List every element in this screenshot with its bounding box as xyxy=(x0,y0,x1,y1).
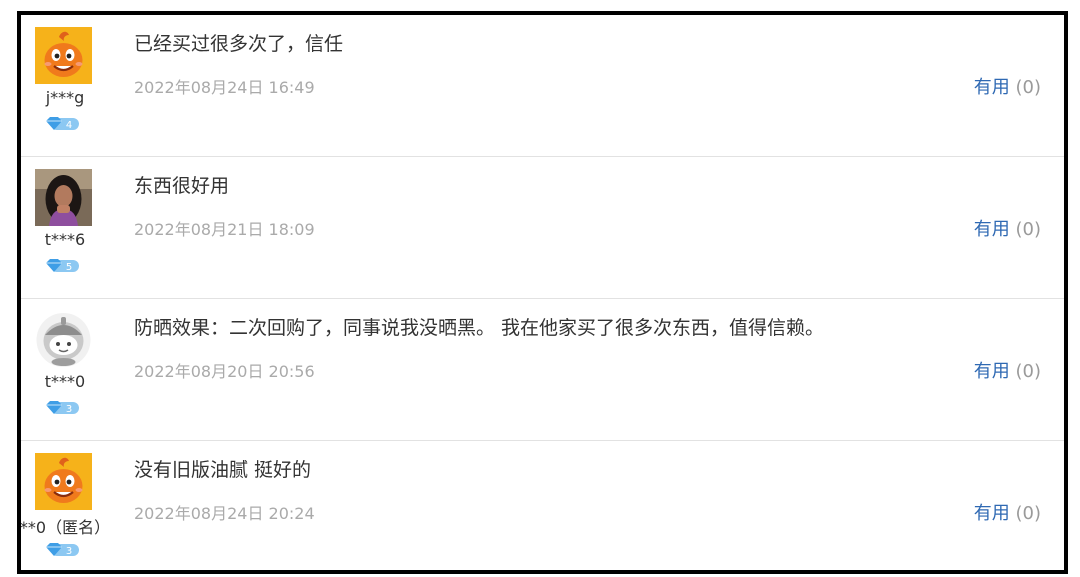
level-badge: 3 xyxy=(45,542,81,558)
review-item: t***6 5 东西很好用 2022年08月21日 18:09 有用 (0) xyxy=(21,157,1064,299)
level-number: 3 xyxy=(66,404,72,415)
useful-count: (0) xyxy=(1015,503,1042,524)
useful-label[interactable]: 有用 xyxy=(974,219,1010,240)
level-number: 5 xyxy=(66,262,72,273)
username: **0（匿名） xyxy=(19,518,111,537)
useful-button[interactable]: 有用 (0) xyxy=(974,357,1041,383)
review-date: 2022年08月21日 18:09 xyxy=(134,220,315,239)
level-number: 4 xyxy=(66,120,72,131)
review-content: 防晒效果：二次回购了，同事说我没晒黑。 我在他家买了很多次东西，值得信赖。 xyxy=(134,317,825,339)
review-content: 已经买过很多次了，信任 xyxy=(134,33,344,55)
level-number: 3 xyxy=(66,546,72,557)
useful-label[interactable]: 有用 xyxy=(974,77,1010,98)
review-content: 东西很好用 xyxy=(134,175,230,197)
username: t***0 xyxy=(44,372,86,391)
review-item: t***0 3 防晒效果：二次回购了，同事说我没晒黑。 我在他家买了很多次东西，… xyxy=(21,299,1064,441)
useful-count: (0) xyxy=(1015,219,1042,240)
review-date: 2022年08月24日 16:49 xyxy=(134,78,315,97)
useful-label[interactable]: 有用 xyxy=(974,361,1010,382)
review-item: j***g 4 已经买过很多次了，信任 2022年08月24日 16:49 有用… xyxy=(21,15,1064,157)
gray-robot-avatar[interactable] xyxy=(35,311,92,368)
level-badge: 3 xyxy=(45,400,81,416)
photo-avatar[interactable] xyxy=(35,169,92,226)
reviews-panel: j***g 4 已经买过很多次了，信任 2022年08月24日 16:49 有用… xyxy=(17,11,1068,574)
review-date: 2022年08月20日 20:56 xyxy=(134,362,315,381)
useful-count: (0) xyxy=(1015,77,1042,98)
review-item: **0（匿名） 3 没有旧版油腻 挺好的 2022年08月24日 20:24 有… xyxy=(21,441,1064,570)
useful-count: (0) xyxy=(1015,361,1042,382)
review-date: 2022年08月24日 20:24 xyxy=(134,504,315,523)
useful-button[interactable]: 有用 (0) xyxy=(974,499,1041,525)
username: t***6 xyxy=(44,230,86,249)
useful-label[interactable]: 有用 xyxy=(974,503,1010,524)
orange-mascot-avatar[interactable] xyxy=(35,27,92,84)
orange-mascot-avatar[interactable] xyxy=(35,453,92,510)
level-badge: 5 xyxy=(45,258,81,274)
useful-button[interactable]: 有用 (0) xyxy=(974,215,1041,241)
level-badge: 4 xyxy=(45,116,81,132)
review-content: 没有旧版油腻 挺好的 xyxy=(134,459,312,481)
username: j***g xyxy=(45,88,85,107)
useful-button[interactable]: 有用 (0) xyxy=(974,73,1041,99)
